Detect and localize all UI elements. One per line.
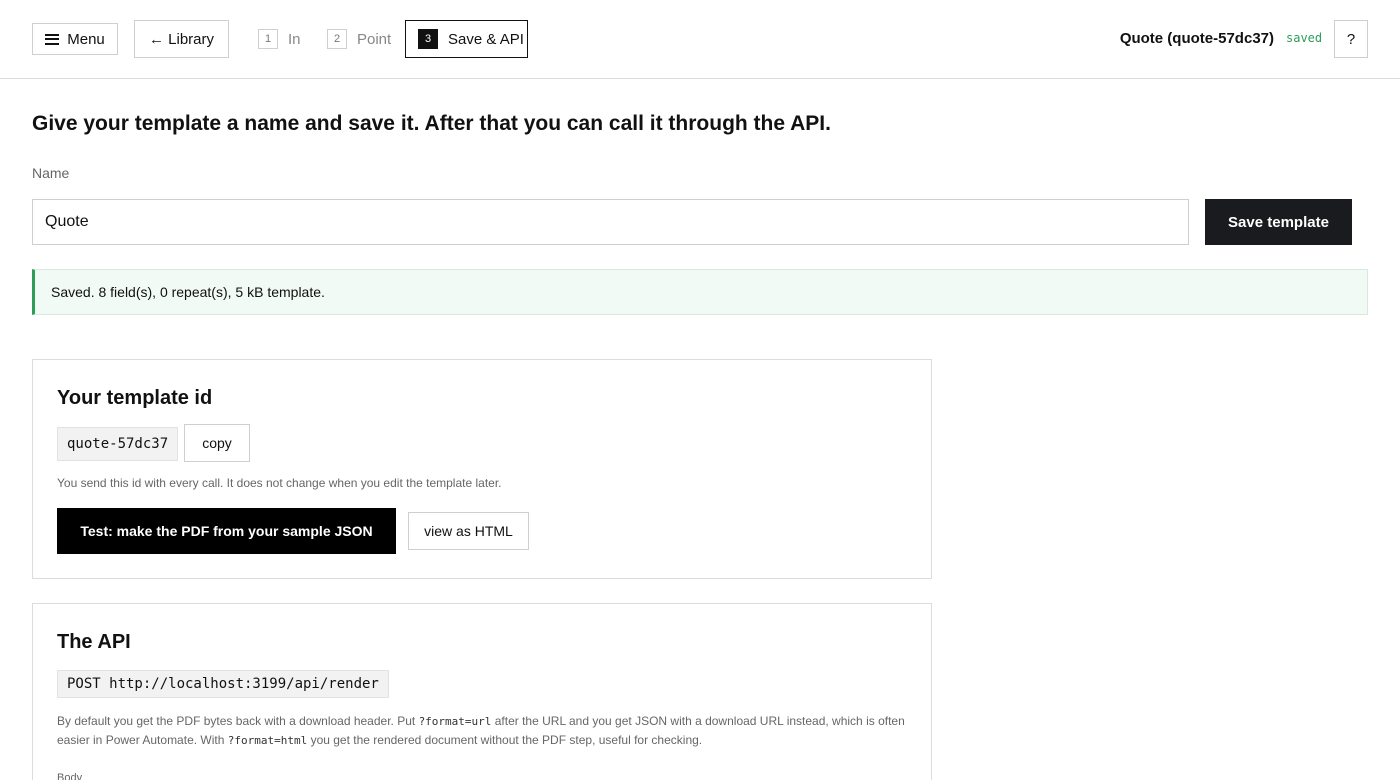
- api-description: By default you get the PDF bytes back wi…: [57, 712, 907, 750]
- copy-button-label: copy: [202, 435, 232, 451]
- hamburger-icon: [45, 33, 60, 45]
- body-label: Body: [57, 772, 83, 780]
- page-headline: Give your template a name and save it. A…: [32, 112, 831, 135]
- save-notice-text: Saved. 8 field(s), 0 repeat(s), 5 kB tem…: [51, 284, 325, 300]
- step-save-api[interactable]: 3 Save & API: [405, 20, 528, 58]
- template-id-value: quote-57dc37: [57, 427, 179, 461]
- step-label: In: [288, 30, 301, 48]
- save-notice: Saved. 8 field(s), 0 repeat(s), 5 kB tem…: [32, 269, 1368, 315]
- template-name-input[interactable]: [32, 199, 1189, 245]
- format-url-code: ?format=url: [418, 715, 492, 728]
- api-description-text: you get the rendered document without th…: [307, 733, 703, 747]
- template-id-card: Your template id quote-57dc37 copy You s…: [32, 359, 932, 579]
- top-bar: Menu ← Library 1 In 2 Point 3 Save & API…: [0, 0, 1400, 79]
- api-description-text: By default you get the PDF bytes back wi…: [57, 714, 419, 728]
- save-status-badge: saved: [1286, 31, 1323, 45]
- format-html-code: ?format=html: [227, 734, 308, 747]
- library-button-label: ← Library: [148, 30, 215, 48]
- help-icon: ?: [1346, 30, 1356, 48]
- step-in[interactable]: 1 In: [258, 20, 301, 58]
- step-label: Save & API: [448, 30, 524, 48]
- api-card: The API POST http://localhost:3199/api/r…: [32, 603, 932, 780]
- menu-button[interactable]: Menu: [32, 23, 118, 55]
- test-pdf-button[interactable]: Test: make the PDF from your sample JSON: [57, 508, 396, 554]
- step-label: Point: [357, 30, 392, 48]
- template-id-hint: You send this id with every call. It doe…: [57, 476, 502, 490]
- document-title: Quote (quote-57dc37): [1119, 30, 1274, 47]
- step-number: 3: [418, 29, 438, 49]
- step-number: 1: [258, 29, 278, 49]
- menu-button-label: Menu: [67, 30, 105, 48]
- name-label: Name: [32, 165, 70, 181]
- library-button[interactable]: ← Library: [134, 20, 229, 58]
- step-number: 2: [327, 29, 347, 49]
- help-button[interactable]: ?: [1334, 20, 1368, 58]
- view-html-button[interactable]: view as HTML: [408, 512, 529, 550]
- view-html-label: view as HTML: [424, 523, 513, 539]
- api-title: The API: [57, 631, 131, 653]
- step-point[interactable]: 2 Point: [327, 20, 391, 58]
- api-endpoint: POST http://localhost:3199/api/render: [57, 670, 389, 698]
- save-template-button[interactable]: Save template: [1205, 199, 1352, 245]
- copy-button[interactable]: copy: [184, 424, 250, 462]
- template-id-title: Your template id: [57, 387, 213, 409]
